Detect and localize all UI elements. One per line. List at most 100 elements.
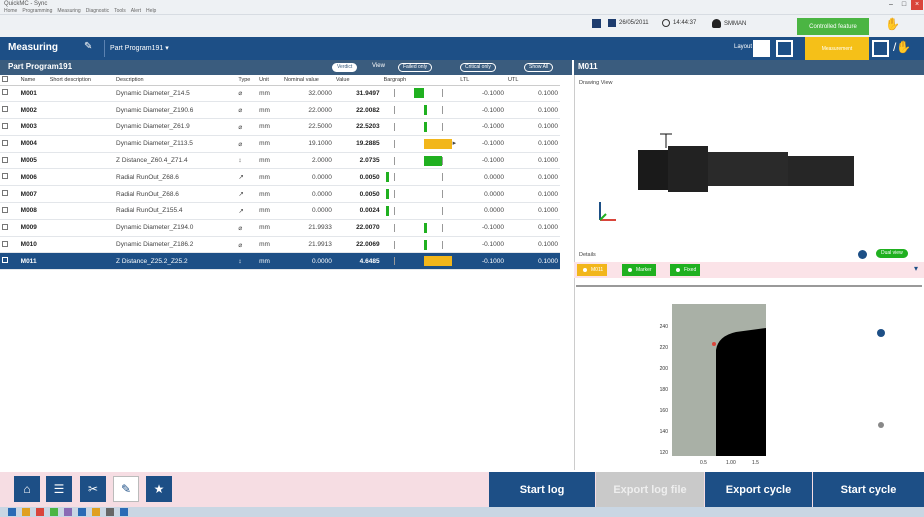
row-checkbox[interactable] [2, 139, 8, 146]
detail-plot[interactable]: 240 220 200 180 160 140 120 0.5 1.00 1.5 [576, 280, 922, 470]
failed-only-pill[interactable]: Failed only [398, 63, 433, 72]
taskbar-app-icon[interactable] [36, 508, 44, 516]
cell-type-icon: ⌀ [236, 85, 258, 103]
checklist-icon[interactable]: ☰ [46, 476, 72, 502]
row-checkbox[interactable] [2, 206, 8, 213]
bargraph: ▸ [384, 138, 456, 150]
dual-view-pill[interactable]: Dual view [876, 249, 908, 258]
star-icon[interactable]: ★ [146, 476, 172, 502]
menu-item[interactable]: Measuring [57, 8, 80, 14]
cell-type-icon: ⌀ [236, 101, 258, 120]
menu-item[interactable]: Programming [22, 8, 52, 14]
user-display: SMMAN [712, 19, 746, 28]
critical-only-pill[interactable]: Critical only [460, 63, 496, 72]
export-log-button[interactable]: Export log file [596, 472, 704, 507]
table-row[interactable]: M005 Z Distance_Z60.4_Z71.4 ↕ mm 2.0000 2.073… [0, 152, 560, 170]
table-row[interactable]: M008 Radial RunOut_Z155.4 ↗ mm 0.0000 0.0024 0… [0, 202, 560, 220]
pan-handle-icon[interactable] [878, 422, 884, 428]
menu-item[interactable]: Diagnostic [86, 8, 109, 14]
tab-m011[interactable]: M011 [577, 264, 608, 276]
table-row[interactable]: M009 Dynamic Diameter_Z194.0 ⌀ mm 21.9933 22.… [0, 219, 560, 237]
zoom-handle-icon[interactable] [877, 329, 885, 337]
menu-item[interactable]: Home [4, 8, 17, 14]
tab-label: M011 [591, 267, 604, 273]
home-icon[interactable]: ⌂ [14, 476, 40, 502]
cell-bargraph: ▸ [381, 135, 459, 153]
controlled-feature-button[interactable]: Controlled feature [797, 18, 869, 35]
row-checkbox[interactable] [2, 156, 8, 163]
table-row[interactable]: M007 Radial RunOut_Z68.6 ↗ mm 0.0000 0.0050 0.… [0, 185, 560, 204]
hand-icon[interactable]: ✋ [885, 17, 900, 31]
layout-list-icon[interactable] [753, 40, 770, 57]
show-all-pill[interactable]: Show All [524, 63, 554, 72]
cell-bargraph [381, 185, 459, 204]
row-checkbox[interactable] [2, 223, 8, 230]
menu-item[interactable]: Help [146, 8, 156, 14]
cell-short-description [47, 152, 115, 170]
minimize-button[interactable]: – [885, 0, 897, 10]
cell-value: 19.2885 [333, 135, 382, 153]
cell-description: Dynamic Diameter_Z14.5 [114, 85, 237, 103]
row-checkbox[interactable] [2, 122, 8, 129]
table-row[interactable]: M010 Dynamic Diameter_Z186.2 ⌀ mm 21.9913 22.… [0, 236, 560, 254]
tab-fixed[interactable]: Fixed [670, 264, 701, 276]
table-row[interactable]: M004 Dynamic Diameter_Z113.5 ⌀ mm 19.1000 19.… [0, 135, 560, 153]
measurement-label: Measurement [821, 45, 853, 52]
cell-description: Z Distance_Z60.4_Z71.4 [114, 152, 237, 170]
verdict-pill[interactable]: Verdict [332, 63, 358, 72]
globe-icon[interactable] [858, 250, 867, 259]
taskbar-app-icon[interactable] [92, 508, 100, 516]
row-checkbox[interactable] [2, 106, 8, 113]
maximize-button[interactable]: □ [898, 0, 910, 10]
row-checkbox[interactable] [2, 240, 8, 247]
cell-unit: mm [257, 185, 283, 204]
table-row[interactable]: M011 Z Distance_Z25.2_Z25.2 ↕ mm 0.0000 4.648… [0, 252, 560, 271]
menu-item[interactable]: Tools [114, 8, 126, 14]
taskbar-app-icon[interactable] [8, 508, 16, 516]
taskbar-app-icon[interactable] [50, 508, 58, 516]
table-row[interactable]: M002 Dynamic Diameter_Z190.6 ⌀ mm 22.0000 22.… [0, 101, 560, 120]
menu-item[interactable]: Alert [131, 8, 141, 14]
x-tick-label: 1.5 [752, 460, 759, 466]
row-checkbox[interactable] [2, 89, 8, 96]
row-checkbox[interactable] [2, 257, 8, 264]
taskbar-app-icon[interactable] [64, 508, 72, 516]
start-log-button[interactable]: Start log [489, 472, 595, 507]
layout-grid-icon[interactable] [776, 40, 793, 57]
program-selector[interactable]: Part Program191 ▾ [104, 40, 204, 57]
cell-nominal: 32.0000 [282, 85, 334, 103]
pencil-icon[interactable]: ✎ [113, 476, 139, 502]
cell-select [0, 118, 19, 136]
taskbar-app-icon[interactable] [120, 508, 128, 516]
close-button[interactable]: × [911, 0, 923, 10]
cell-description: Dynamic Diameter_Z61.9 [114, 118, 237, 136]
start-cycle-button[interactable]: Start cycle [813, 472, 924, 507]
cell-unit: mm [257, 152, 283, 170]
export-cycle-button[interactable]: Export cycle [705, 472, 812, 507]
hand-tool-icon[interactable]: /✋ [893, 40, 911, 54]
row-checkbox[interactable] [2, 190, 8, 197]
taskbar-app-icon[interactable] [22, 508, 30, 516]
y-tick-label: 240 [660, 324, 669, 330]
cell-select [0, 236, 19, 254]
taskbar-app-icon[interactable] [78, 508, 86, 516]
tools-icon[interactable]: ✂ [80, 476, 106, 502]
tab-label: Marker [636, 267, 652, 273]
row-checkbox[interactable] [2, 173, 8, 180]
table-row[interactable]: M003 Dynamic Diameter_Z61.9 ⌀ mm 22.5000 22.5… [0, 118, 560, 136]
table-row[interactable]: M006 Radial RunOut_Z68.6 ↗ mm 0.0000 0.0050 0.… [0, 168, 560, 187]
cell-utl: 0.1000 [506, 168, 560, 187]
cell-description: Z Distance_Z25.2_Z25.2 [114, 252, 237, 271]
window-icon[interactable] [872, 40, 889, 57]
edit-icon[interactable]: ✎ [84, 41, 92, 52]
taskbar-app-icon[interactable] [106, 508, 114, 516]
tab-marker[interactable]: Marker [622, 264, 656, 276]
controlled-feature-label: Controlled feature [809, 23, 857, 30]
measurement-button[interactable]: Measurement [805, 37, 869, 60]
table-row[interactable]: M001 Dynamic Diameter_Z14.5 ⌀ mm 32.0000 31.9… [0, 85, 560, 103]
y-tick-label: 140 [660, 429, 669, 435]
chevron-down-icon[interactable]: ▾ [914, 264, 918, 273]
drawing-view[interactable] [576, 90, 922, 246]
cell-value: 4.6485 [333, 252, 382, 271]
user-name: SMMAN [724, 20, 747, 27]
